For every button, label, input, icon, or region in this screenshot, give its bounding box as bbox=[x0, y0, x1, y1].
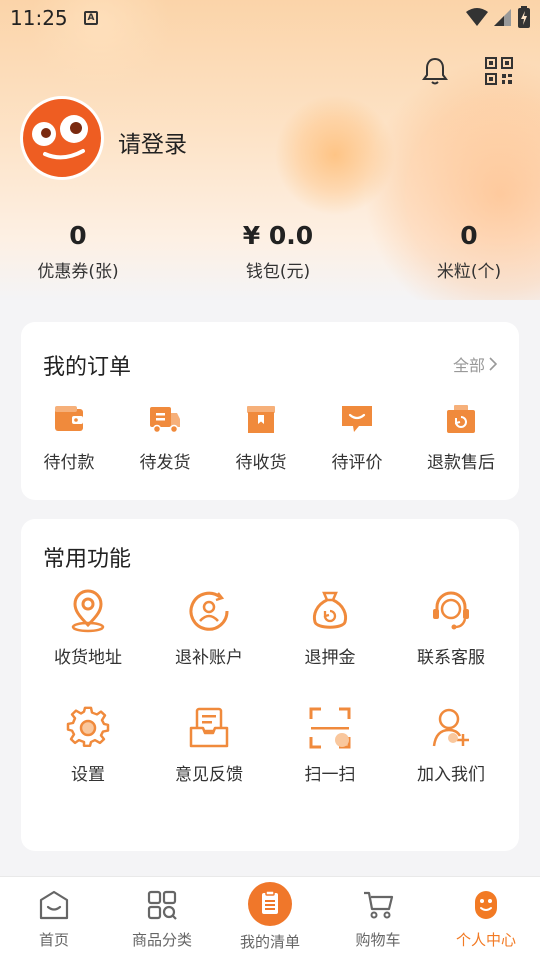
chevron-right-icon bbox=[489, 357, 497, 371]
wallet-label: 钱包(元) bbox=[245, 262, 311, 282]
rice-points-stat[interactable]: 0 米粒(个) bbox=[419, 218, 519, 282]
avatar[interactable] bbox=[20, 96, 104, 180]
personal-center-screen: 11:25 A 请登录 0 优惠券(张) ¥ 0.0 钱包(元) 0 米粒(个)… bbox=[0, 0, 540, 960]
function-label: 退补账户 bbox=[175, 648, 243, 668]
refund-icon bbox=[447, 405, 475, 433]
status-indicators bbox=[466, 6, 530, 28]
function-label: 收货地址 bbox=[54, 648, 122, 668]
wallet-stat[interactable]: ¥ 0.0 钱包(元) bbox=[218, 218, 338, 282]
function-label: 加入我们 bbox=[417, 765, 485, 785]
battery-icon bbox=[518, 6, 530, 28]
notification-a-icon: A bbox=[84, 11, 98, 25]
stats-row: 0 优惠券(张) ¥ 0.0 钱包(元) 0 米粒(个) bbox=[0, 218, 540, 288]
category-icon bbox=[147, 890, 177, 920]
tab-personal-center[interactable]: 个人中心 bbox=[432, 877, 540, 960]
headset-icon bbox=[433, 591, 469, 630]
package-icon bbox=[247, 406, 275, 433]
truck-icon bbox=[150, 407, 180, 434]
tab-cart[interactable]: 购物车 bbox=[324, 877, 432, 960]
order-pending-review[interactable]: 待评价 bbox=[309, 402, 405, 473]
bottom-tab-bar: 首页 商品分类 我的清单 购物车 个人中心 bbox=[0, 876, 540, 960]
status-bar: 11:25 A bbox=[0, 0, 540, 36]
location-icon bbox=[71, 589, 105, 633]
order-pending-receipt[interactable]: 待收货 bbox=[213, 402, 309, 473]
fn-customer-service[interactable]: 联系客服 bbox=[391, 589, 511, 668]
function-label: 退押金 bbox=[304, 648, 356, 668]
order-pending-payment[interactable]: 待付款 bbox=[21, 402, 117, 473]
coupons-stat[interactable]: 0 优惠券(张) bbox=[28, 218, 128, 282]
coupons-label: 优惠券(张) bbox=[37, 262, 119, 282]
avatar-face-icon bbox=[32, 115, 88, 160]
tab-home[interactable]: 首页 bbox=[0, 877, 108, 960]
fn-settings[interactable]: 设置 bbox=[28, 706, 148, 785]
fn-shipping-address[interactable]: 收货地址 bbox=[28, 589, 148, 668]
tab-label: 我的清单 bbox=[239, 933, 300, 951]
functions-card: 常用功能 收货地址 退补账户 退押金 联系客服 设置 意见反馈 扫一扫 加入我们 bbox=[21, 519, 519, 851]
fn-refund-account[interactable]: 退补账户 bbox=[149, 589, 269, 668]
status-time: 11:25 bbox=[10, 6, 68, 30]
orders-view-all[interactable]: 全部 bbox=[453, 352, 497, 376]
order-item-label: 待评价 bbox=[331, 453, 383, 473]
add-user-icon bbox=[432, 708, 469, 747]
order-item-label: 待付款 bbox=[43, 453, 95, 473]
tab-categories[interactable]: 商品分类 bbox=[108, 877, 216, 960]
fn-feedback[interactable]: 意见反馈 bbox=[149, 706, 269, 785]
fn-refund-deposit[interactable]: 退押金 bbox=[270, 589, 390, 668]
tab-label: 购物车 bbox=[355, 931, 401, 949]
view-all-label: 全部 bbox=[452, 356, 485, 375]
login-link[interactable]: 请登录 bbox=[118, 125, 187, 159]
list-icon bbox=[248, 882, 292, 926]
money-bag-icon bbox=[312, 591, 348, 629]
scan-icon bbox=[309, 707, 351, 749]
function-label: 意见反馈 bbox=[175, 765, 243, 785]
wifi-icon bbox=[466, 8, 488, 26]
function-label: 联系客服 bbox=[417, 648, 485, 668]
order-refund-aftersale[interactable]: 退款售后 bbox=[413, 402, 509, 473]
account-icon bbox=[189, 591, 229, 631]
qr-code-icon[interactable] bbox=[484, 56, 514, 86]
orders-title: 我的订单 bbox=[43, 355, 132, 380]
tab-label: 商品分类 bbox=[131, 931, 192, 949]
rice-points-label: 米粒(个) bbox=[436, 262, 502, 282]
feedback-icon bbox=[189, 707, 229, 748]
rice-points-value: 0 bbox=[460, 221, 478, 250]
coupons-value: 0 bbox=[69, 221, 87, 250]
order-item-label: 待发货 bbox=[139, 453, 191, 473]
signal-icon bbox=[494, 9, 511, 26]
comment-icon bbox=[342, 406, 372, 432]
bell-icon[interactable] bbox=[420, 56, 450, 86]
tab-label: 个人中心 bbox=[455, 931, 516, 949]
tab-label: 首页 bbox=[38, 931, 69, 949]
functions-title: 常用功能 bbox=[43, 547, 132, 572]
user-icon bbox=[475, 891, 497, 919]
orders-card: 我的订单 全部 待付款 待发货 待收货 待评价 退款售后 bbox=[21, 322, 519, 500]
home-icon bbox=[39, 890, 69, 920]
fn-join-us[interactable]: 加入我们 bbox=[391, 706, 511, 785]
function-label: 设置 bbox=[71, 765, 105, 785]
header-actions bbox=[420, 56, 514, 86]
order-item-label: 退款售后 bbox=[427, 453, 495, 473]
order-item-label: 待收货 bbox=[235, 453, 287, 473]
gear-icon bbox=[66, 706, 110, 747]
function-label: 扫一扫 bbox=[304, 765, 356, 785]
fn-scan[interactable]: 扫一扫 bbox=[270, 706, 390, 785]
order-pending-shipment[interactable]: 待发货 bbox=[117, 402, 213, 473]
wallet-value: ¥ 0.0 bbox=[242, 221, 314, 250]
wallet-icon bbox=[55, 406, 83, 431]
tab-my-list[interactable]: 我的清单 bbox=[216, 877, 324, 960]
cart-icon bbox=[364, 891, 394, 919]
